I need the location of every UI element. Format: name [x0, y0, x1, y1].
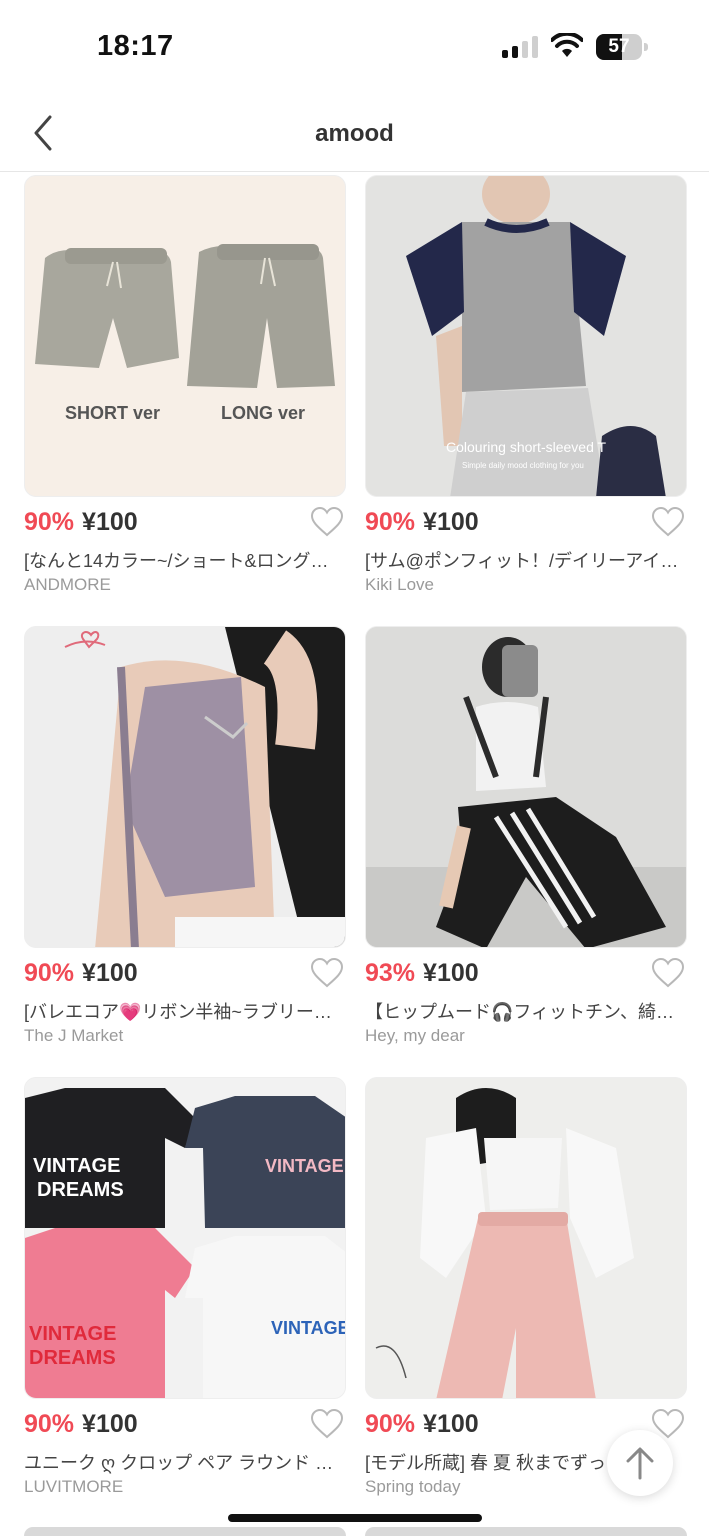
product-image[interactable]: Colouring short-sleeved T Simple daily m… [365, 175, 687, 497]
price-row: 93% ¥100 [365, 957, 687, 995]
product-name[interactable]: ユニーク ღ クロップ ペア ラウンド … [24, 1449, 346, 1475]
product-name[interactable]: [なんと14カラー~/ショート&ロング… [24, 547, 346, 573]
price-row: 90% ¥100 [365, 506, 687, 544]
scroll-to-top-button[interactable] [607, 1430, 673, 1496]
product-card[interactable]: VINTAGE DREAMS VINTAGE VINTAGE DREAMS VI… [24, 1077, 346, 1517]
product-image[interactable] [24, 626, 346, 948]
heart-icon[interactable] [310, 506, 344, 538]
page-title: amood [315, 120, 394, 147]
product-name[interactable]: [サム@ポンフィット！/デイリーアイ… [365, 547, 687, 573]
battery-level: 57 [608, 36, 630, 57]
status-time: 18:17 [97, 30, 174, 62]
next-product-image-edge [365, 1527, 687, 1536]
product-card[interactable]: 93% ¥100 【ヒップムード🎧フィットチン、綺… Hey, my dear [365, 626, 687, 1066]
heart-icon[interactable] [310, 957, 344, 989]
cellular-signal-icon [502, 36, 540, 58]
shop-name[interactable]: The J Market [24, 1026, 346, 1046]
heart-icon[interactable] [310, 1408, 344, 1440]
price-row: 90% ¥100 [24, 957, 346, 995]
price: ¥100 [82, 1410, 138, 1438]
product-card[interactable]: 90% ¥100 [バレエコア💗リボン半袖~ラブリー… The J Market [24, 626, 346, 1066]
battery-icon: 57 [596, 34, 648, 60]
shop-name[interactable]: ANDMORE [24, 575, 346, 595]
image-caption: SHORT ver [65, 403, 160, 423]
heart-icon[interactable] [651, 957, 685, 989]
discount-badge: 90% [365, 1410, 416, 1438]
wifi-icon [551, 33, 583, 57]
nav-bar: amood [0, 95, 709, 172]
home-indicator[interactable] [228, 1514, 482, 1522]
price: ¥100 [423, 508, 479, 536]
discount-badge: 90% [24, 1410, 75, 1438]
image-caption: Colouring short-sleeved T [446, 439, 606, 455]
product-name[interactable]: 【ヒップムード🎧フィットチン、綺… [365, 998, 687, 1024]
product-image[interactable] [365, 1077, 687, 1399]
price: ¥100 [423, 1410, 479, 1438]
image-caption: VINTAGE [271, 1318, 346, 1338]
price: ¥100 [423, 959, 479, 987]
image-caption: VINTAGE [33, 1155, 120, 1177]
price: ¥100 [82, 508, 138, 536]
shop-name[interactable]: Kiki Love [365, 575, 687, 595]
product-image[interactable]: SHORT ver LONG ver [24, 175, 346, 497]
discount-badge: 93% [365, 959, 416, 987]
image-caption: VINTAGE [265, 1156, 344, 1176]
product-card[interactable]: Colouring short-sleeved T Simple daily m… [365, 175, 687, 615]
product-image[interactable]: VINTAGE DREAMS VINTAGE VINTAGE DREAMS VI… [24, 1077, 346, 1399]
image-caption: DREAMS [37, 1179, 124, 1201]
product-image[interactable] [365, 626, 687, 948]
discount-badge: 90% [365, 508, 416, 536]
heart-icon[interactable] [651, 506, 685, 538]
price-row: 90% ¥100 [24, 506, 346, 544]
next-product-image-edge [24, 1527, 346, 1536]
price-row: 90% ¥100 [24, 1408, 346, 1446]
image-caption: LONG ver [221, 403, 305, 423]
status-bar: 18:17 57 [0, 0, 709, 95]
product-card[interactable]: SHORT ver LONG ver 90% ¥100 [なんと14カラー~/ショ… [24, 175, 346, 615]
shop-name[interactable]: Hey, my dear [365, 1026, 687, 1046]
price: ¥100 [82, 959, 138, 987]
image-caption: VINTAGE [29, 1323, 116, 1345]
image-caption: Simple daily mood clothing for you [462, 461, 584, 470]
discount-badge: 90% [24, 959, 75, 987]
image-caption: DREAMS [29, 1347, 116, 1369]
product-name[interactable]: [バレエコア💗リボン半袖~ラブリー… [24, 998, 346, 1024]
arrow-up-icon [626, 1447, 654, 1480]
discount-badge: 90% [24, 508, 75, 536]
shop-name[interactable]: LUVITMORE [24, 1477, 346, 1497]
